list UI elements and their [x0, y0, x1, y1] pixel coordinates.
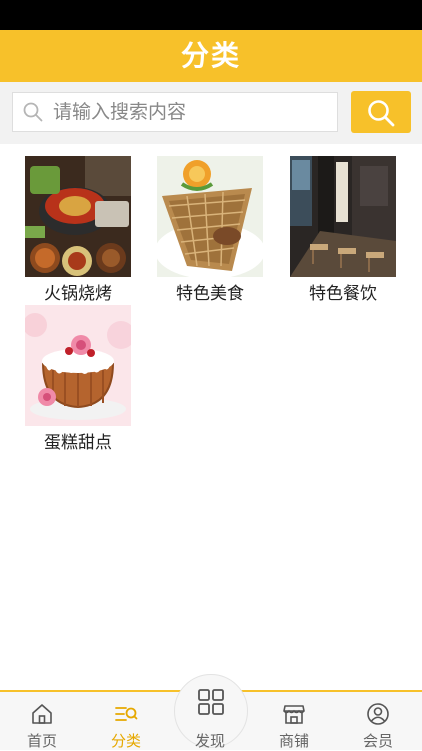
tab-label: 分类 [110, 732, 141, 750]
category-item-hotpot-bbq[interactable]: 火锅烧烤 [25, 156, 131, 305]
tab-member[interactable]: 会员 [343, 692, 413, 750]
status-bar [0, 0, 422, 30]
tab-shops[interactable]: 商铺 [259, 692, 329, 750]
tab-discover[interactable]: 发现 [175, 689, 245, 750]
search-field-container[interactable] [12, 92, 338, 132]
tab-category[interactable]: 分类 [91, 692, 161, 750]
bottom-tab-bar: 首页 分类 发现 商铺 会员 [0, 674, 422, 750]
category-image-specialty-food [157, 156, 263, 277]
search-icon [368, 100, 395, 127]
search-button[interactable] [351, 91, 411, 133]
category-label: 特色美食 [176, 284, 244, 304]
category-image-cake-dessert [25, 305, 131, 426]
user-icon [367, 703, 389, 725]
category-item-cake-dessert[interactable]: 蛋糕甜点 [25, 305, 131, 454]
tab-label: 会员 [362, 732, 393, 750]
category-item-specialty-food[interactable]: 特色美食 [157, 156, 263, 305]
home-icon [32, 704, 52, 724]
search-input[interactable] [53, 93, 333, 131]
category-label: 特色餐饮 [309, 284, 377, 304]
tab-home[interactable]: 首页 [7, 692, 77, 750]
search-icon [23, 102, 43, 126]
tab-label: 商铺 [278, 732, 309, 750]
category-label: 火锅烧烤 [44, 284, 112, 304]
category-item-specialty-dining[interactable]: 特色餐饮 [290, 156, 396, 305]
category-list-icon [115, 707, 138, 721]
shop-icon [283, 705, 305, 724]
tab-label: 首页 [26, 732, 57, 750]
tab-label: 发现 [194, 732, 225, 750]
category-image-hotpot-bbq [25, 156, 131, 277]
search-bar [0, 82, 422, 144]
grid-icon [198, 689, 224, 715]
page-title: 分类 [0, 30, 422, 82]
category-image-specialty-dining [290, 156, 396, 277]
category-label: 蛋糕甜点 [44, 433, 112, 453]
